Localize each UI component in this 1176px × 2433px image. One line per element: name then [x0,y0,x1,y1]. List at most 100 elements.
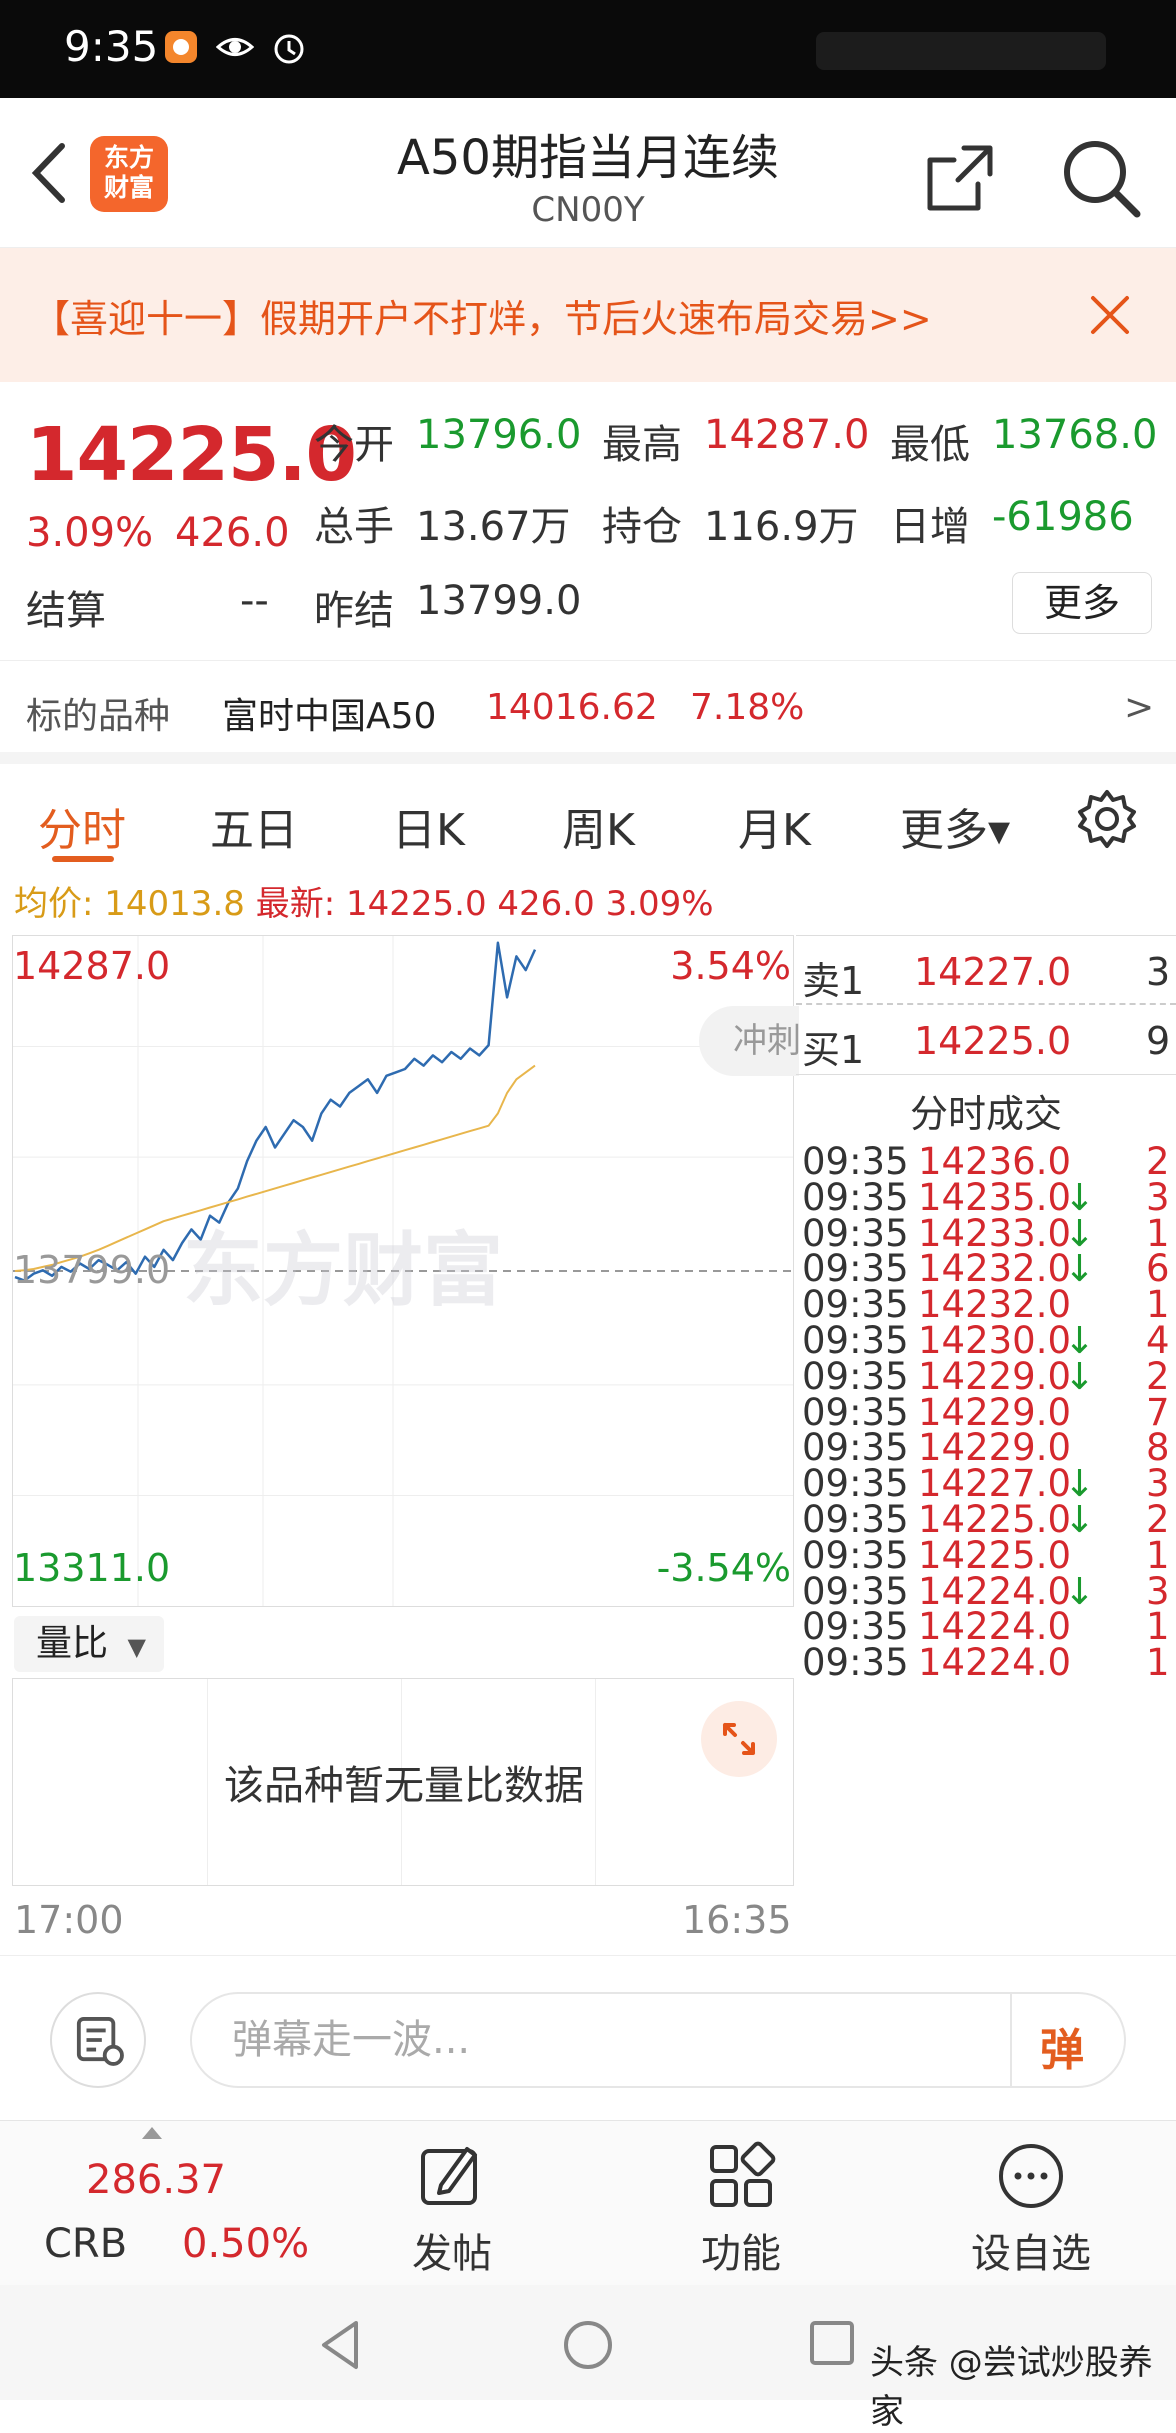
ask-volume: 3 [1146,950,1171,994]
daily-increase-label: 日增 [890,504,970,550]
active-tab-indicator [52,856,114,862]
header: 东方 财富 A50期指当月连续 CN00Y [0,98,1176,248]
crb-percent: 0.50% [182,2221,310,2267]
nav-recents-icon[interactable] [802,2315,862,2375]
alarm-icon [274,34,304,64]
bid-volume: 9 [1146,1019,1171,1063]
volume-label: 总手 [314,504,394,550]
tab-weekly-k[interactable]: 周K [562,794,635,858]
latest-label: 最新: [255,884,336,924]
trade-price: 14224.0 [918,1641,1072,1685]
underlying-row[interactable]: 标的品种 富时中国A50 14016.62 7.18% > [0,660,1176,750]
settlement-label: 结算 [26,588,106,634]
settlement-value: -- [240,578,269,624]
system-nav-bar: 头条 @尝试炒股养家 [0,2285,1176,2432]
prev-settlement-label: 昨结 [314,588,394,634]
ask-label: 卖1 [802,959,865,1003]
tab-intraday[interactable]: 分时 [38,794,126,858]
quote-panel: 14225.0 3.09% 426.0 今开 13796.0 最高 14287.… [0,382,1176,750]
sprint-pill[interactable]: 冲刺 [699,1006,799,1076]
underlying-price: 14016.62 [486,687,658,728]
promo-banner[interactable]: 【喜迎十一】假期开户不打烊，节后火速布局交易>> [0,248,1176,382]
trade-row: 09:35 14224.0 1 [796,1641,1176,1695]
latest-value: 14225.0 [345,884,487,924]
source-credit: 头条 @尝试炒股养家 [870,2343,1153,2432]
ask-price: 14227.0 [914,950,1072,994]
danmaku-send-button[interactable]: 弹 [1010,1994,1124,2086]
tab-five-day[interactable]: 五日 [210,794,298,858]
change-amount: 426.0 [175,510,290,556]
high-label: 最高 [602,422,682,468]
chart-tabs: 分时 五日 日K 周K 月K 更多▾ [0,752,1176,862]
tab-monthly-k[interactable]: 月K [738,794,811,858]
comment-input[interactable]: 弹幕走一波... [190,1992,1126,2088]
bottom-nav: 286.37 CRB 0.50% 发帖 功能 设自选 [0,2120,1176,2285]
time-end-label: 16:35 [682,1898,792,1942]
eye-icon [216,38,254,56]
volume-ratio-panel: 该品种暂无量比数据 [12,1678,794,1886]
latest-change: 426.0 [497,884,595,924]
prev-settlement-value: 13799.0 [416,578,582,624]
y-max-label: 14287.0 [13,944,171,988]
order-book: 卖1 14227.0 3 买1 14225.0 9 分时成交 09:35 1423… [796,935,1176,1955]
post-icon[interactable] [417,2141,487,2211]
bid-label: 买1 [802,1028,865,1072]
y-min-percent: -3.54% [656,1546,791,1590]
volume-value: 13.67万 [416,504,571,550]
search-icon[interactable] [1055,132,1145,222]
low-value: 13768.0 [992,412,1158,458]
avg-value: 14013.8 [104,884,245,924]
comment-bar: 弹幕走一波... 弹 [0,1955,1176,2119]
share-icon[interactable] [920,138,1000,218]
change-percent: 3.09% [26,510,154,556]
latest-percent: 3.09% [605,884,714,924]
crb-value: 286.37 [86,2157,226,2203]
status-right-icons [816,32,1106,70]
low-label: 最低 [890,422,970,468]
open-interest-label: 持仓 [602,504,682,550]
volume-ratio-label: 量比 [36,1623,109,1664]
last-price: 14225.0 [26,412,357,498]
open-value: 13796.0 [416,412,582,458]
banner-text[interactable]: 【喜迎十一】假期开户不打烊，节后火速布局交易>> [32,288,932,343]
daily-increase-value: -61986 [992,494,1134,540]
expand-icon[interactable] [701,1701,777,1777]
volume-ratio-select[interactable]: 量比 ▼ [14,1616,164,1672]
status-time: 9:35 [64,22,159,71]
high-value: 14287.0 [704,412,870,458]
more-button[interactable]: 更多 [1012,572,1152,634]
open-interest-value: 116.9万 [704,504,859,550]
add-watchlist-label[interactable]: 设自选 [931,2221,1131,2279]
time-start-label: 17:00 [14,1898,124,1942]
tab-more[interactable]: 更多▾ [900,794,1010,858]
gear-icon[interactable] [1076,788,1138,850]
trades-title: 分时成交 [909,1092,1062,1136]
close-icon[interactable] [1085,290,1135,340]
underlying-percent: 7.18% [690,687,805,728]
intraday-chart[interactable]: 东方财富 14287.0 3.54% 13799.0 13311.0 -3.54… [12,935,799,1607]
comment-settings-icon[interactable] [50,1992,146,2088]
price-summary-line: 均价: 14013.8 最新: 14225.0 426.0 3.09% [14,876,794,925]
avg-label: 均价: [14,884,94,924]
bid-row: 买1 14225.0 9 [796,1005,1176,1075]
tab-daily-k[interactable]: 日K [392,794,465,858]
function-label[interactable]: 功能 [641,2221,841,2279]
no-data-message: 该品种暂无量比数据 [224,1763,584,1809]
post-label[interactable]: 发帖 [352,2221,552,2279]
y-max-percent: 3.54% [670,944,791,988]
nav-home-icon[interactable] [558,2315,618,2375]
app-notification-icon [165,31,197,63]
crb-index-widget[interactable]: 286.37 CRB 0.50% [0,2121,309,2286]
function-grid-icon[interactable] [706,2141,776,2211]
dropdown-arrow-icon: ▼ [127,1633,146,1661]
caret-up-icon [142,2127,162,2139]
watermark: 东方财富 [183,1224,503,1317]
y-min-label: 13311.0 [13,1546,171,1590]
chevron-right-icon[interactable]: > [1124,687,1154,728]
nav-back-icon[interactable] [312,2315,372,2375]
ask-row: 卖1 14227.0 3 [796,935,1176,1005]
bid-price: 14225.0 [914,1019,1072,1063]
add-watchlist-icon[interactable] [996,2141,1066,2211]
open-label: 今开 [314,422,394,468]
trade-time: 09:35 [802,1641,909,1685]
